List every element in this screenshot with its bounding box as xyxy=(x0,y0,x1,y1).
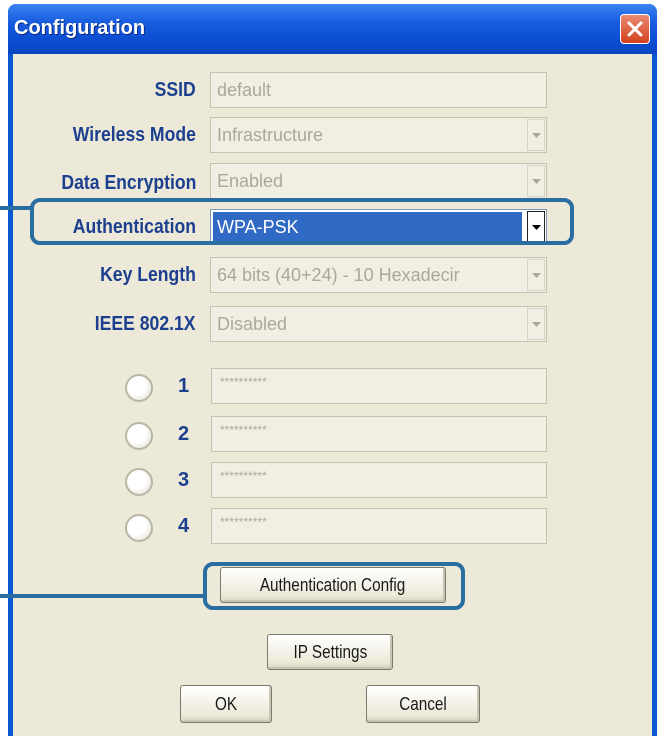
cancel-label: Cancel xyxy=(399,694,447,714)
window-title: Configuration xyxy=(14,17,146,39)
dropdown-arrow-button[interactable] xyxy=(527,308,545,340)
auth-config-callout-leader xyxy=(0,594,205,598)
key-1-radio[interactable] xyxy=(125,374,153,402)
close-icon xyxy=(627,21,643,37)
dropdown-arrow-button[interactable] xyxy=(527,259,545,291)
key-2-field[interactable]: ********** xyxy=(211,416,547,452)
key-length-value: 64 bits (40+24) - 10 Hexadecir xyxy=(217,265,460,285)
authentication-callout-outline xyxy=(30,198,574,245)
chevron-down-icon xyxy=(532,133,541,138)
ieee-8021x-dropdown[interactable]: Disabled xyxy=(210,306,547,342)
key-length-label: Key Length xyxy=(100,264,196,286)
ok-label: OK xyxy=(214,694,238,714)
dialog-body: SSID default Wireless Mode Infrastructur… xyxy=(13,54,652,736)
close-button[interactable] xyxy=(620,14,650,44)
ip-settings-button[interactable]: IP Settings xyxy=(267,634,393,670)
auth-config-callout-outline xyxy=(203,562,465,610)
chevron-down-icon xyxy=(532,273,541,278)
key-4-number: 4 xyxy=(178,515,190,537)
key-3-number: 3 xyxy=(178,469,190,491)
authentication-callout-leader xyxy=(0,206,32,210)
chevron-down-icon xyxy=(532,179,541,184)
ok-button[interactable]: OK xyxy=(180,685,272,723)
key-3-field[interactable]: ********** xyxy=(211,462,547,498)
ssid-label: SSID xyxy=(154,79,196,101)
key-1-field[interactable]: ********** xyxy=(211,368,547,404)
key-1-number: 1 xyxy=(178,375,190,397)
dropdown-arrow-button[interactable] xyxy=(527,119,545,151)
ssid-field[interactable]: default xyxy=(210,72,547,108)
key-3-value: ********** xyxy=(220,469,267,483)
key-3-radio[interactable] xyxy=(125,468,153,496)
key-4-radio[interactable] xyxy=(125,514,153,542)
wireless-mode-label: Wireless Mode xyxy=(72,124,196,146)
ip-settings-label: IP Settings xyxy=(293,642,367,662)
key-4-field[interactable]: ********** xyxy=(211,508,547,544)
key-2-value: ********** xyxy=(220,423,267,437)
configuration-window: Configuration SSID default Wireless Mode… xyxy=(8,4,657,736)
wireless-mode-value: Infrastructure xyxy=(217,125,324,145)
key-4-value: ********** xyxy=(220,515,267,529)
key-2-radio[interactable] xyxy=(125,422,153,450)
chevron-down-icon xyxy=(532,322,541,327)
ieee-8021x-value: Disabled xyxy=(217,314,288,334)
title-bar: Configuration xyxy=(8,4,657,54)
ssid-value: default xyxy=(217,80,272,100)
key-length-dropdown[interactable]: 64 bits (40+24) - 10 Hexadecir xyxy=(210,257,547,293)
dropdown-arrow-button[interactable] xyxy=(527,165,545,197)
data-encryption-dropdown[interactable]: Enabled xyxy=(210,163,547,199)
ieee-8021x-label: IEEE 802.1X xyxy=(95,313,196,335)
wireless-mode-dropdown[interactable]: Infrastructure xyxy=(210,117,547,153)
cancel-button[interactable]: Cancel xyxy=(366,685,480,723)
key-2-number: 2 xyxy=(178,423,190,445)
data-encryption-value: Enabled xyxy=(217,171,284,191)
key-1-value: ********** xyxy=(220,375,267,389)
data-encryption-label: Data Encryption xyxy=(61,172,196,194)
